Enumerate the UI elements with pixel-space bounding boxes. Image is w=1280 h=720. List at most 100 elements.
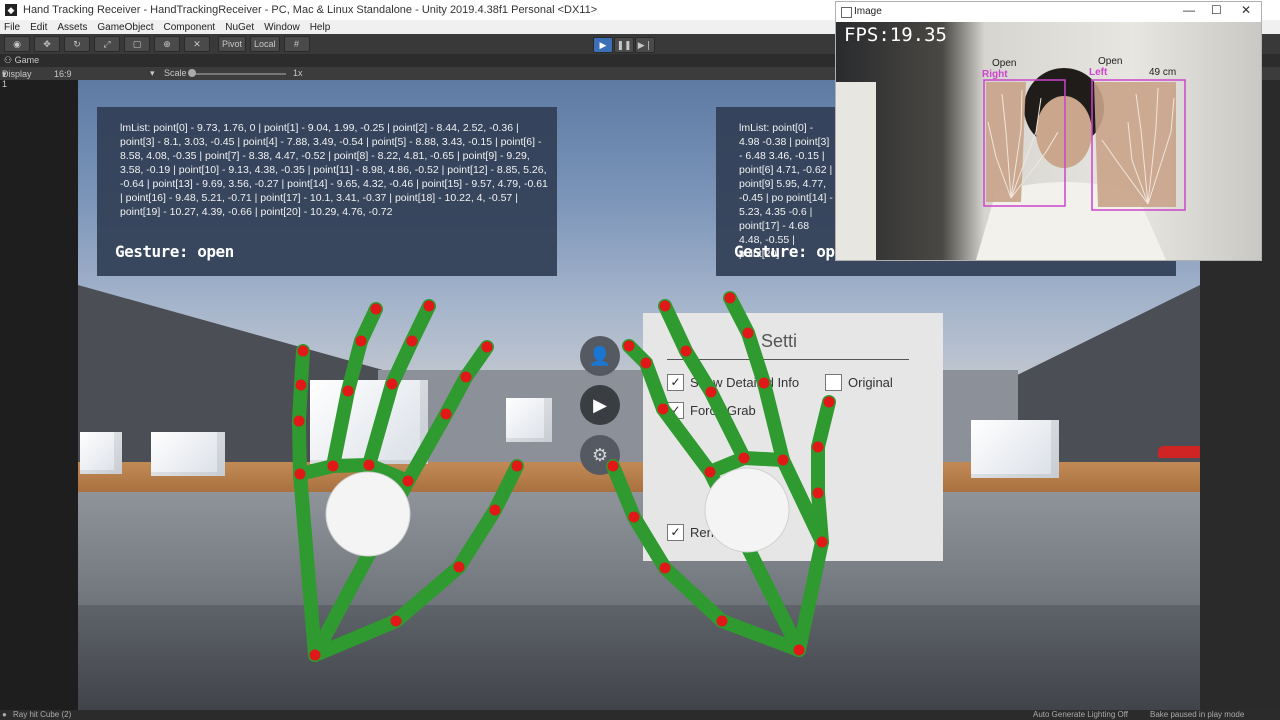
hand-joint (607, 460, 619, 472)
step-icon: ▶❘ (637, 40, 653, 50)
hand-bone (606, 459, 641, 524)
aspect-label: 16:9 (54, 69, 72, 79)
hand-joint (402, 475, 414, 487)
hand-bone (658, 561, 729, 628)
aspect-dropdown-icon[interactable]: ▾ (150, 68, 155, 79)
hand-bone (627, 510, 672, 575)
hand-bone (723, 291, 755, 340)
hand-joint (812, 487, 824, 499)
scale-slider-track[interactable] (190, 73, 286, 75)
minimize-icon[interactable]: — (1183, 3, 1195, 17)
hand-joint (511, 460, 523, 472)
dropdown-arrow-icon: ▾ (2, 69, 7, 79)
hand-bone (792, 535, 829, 657)
hand-joint (777, 454, 789, 466)
hand-joint (758, 377, 770, 389)
scale-value: 1x (293, 68, 303, 78)
hand-bone (704, 385, 751, 465)
rotate-tool-button[interactable]: ↻ (64, 36, 90, 52)
play-icon: ▶ (599, 40, 607, 50)
status-bar: ● Ray hit Cube (2) Auto Generate Lightin… (0, 710, 1280, 720)
grab-sphere (325, 471, 411, 557)
transform-icon: ⊕ (163, 39, 171, 49)
tab-game[interactable]: ⚇ Game (4, 55, 39, 66)
rotate-icon: ↻ (73, 39, 81, 49)
hand-joint (705, 386, 717, 398)
right-hand-state: Open (992, 58, 1017, 69)
bake-status: Bake paused in play mode (1150, 710, 1245, 719)
pivot-label: Pivot (222, 39, 243, 49)
grab-sphere (704, 467, 790, 553)
hand-joint (309, 649, 321, 661)
menu-gameobject[interactable]: GameObject (93, 22, 159, 33)
menu-help[interactable]: Help (306, 22, 337, 33)
hand-bone (639, 356, 670, 416)
hand-tool-button[interactable]: ◉ (4, 36, 30, 52)
tab-game-label: Game (14, 55, 40, 65)
scale-tool-button[interactable]: ⤢ (94, 36, 120, 52)
camera-window-titlebar[interactable]: Image — ☐ ✕ (836, 2, 1261, 21)
hand-joint (823, 396, 835, 408)
grid-snap-button[interactable]: # (283, 36, 310, 52)
pause-button[interactable]: ❚❚ (614, 37, 634, 53)
hand-joint (704, 466, 716, 478)
hand-joint (640, 357, 652, 369)
scale-slider-knob[interactable] (188, 69, 196, 77)
left-hand-label: Left (1089, 67, 1108, 78)
hand-joint (363, 459, 375, 471)
menu-component[interactable]: Component (160, 22, 222, 33)
hand-joint (453, 561, 465, 573)
hand-bone (362, 377, 399, 472)
hand-bone (488, 459, 524, 517)
left-hand-state: Open (1098, 56, 1123, 67)
transform-tool-button[interactable]: ⊕ (154, 36, 180, 52)
hand-joint (659, 300, 671, 312)
hand-joint (327, 460, 339, 472)
hand-bone (389, 560, 466, 628)
camera-window-title: Image (854, 6, 882, 17)
hand-joint (295, 379, 307, 391)
camera-feed-drawing (836, 68, 1186, 260)
rect-tool-button[interactable]: ▢ (124, 36, 150, 52)
custom-tool-button[interactable]: ✕ (184, 36, 210, 52)
hand-joint (406, 335, 418, 347)
move-icon: ✥ (43, 39, 51, 49)
camera-image-window[interactable]: Image — ☐ ✕ FPS:19.35 Open Right Open Le… (835, 1, 1262, 261)
hand-joint (294, 468, 306, 480)
hand-joint (440, 408, 452, 420)
hand-bone (385, 334, 419, 391)
move-tool-button[interactable]: ✥ (34, 36, 60, 52)
hand-joint (812, 441, 824, 453)
pivot-toggle[interactable]: Pivot (218, 36, 247, 52)
hand-joint (390, 615, 402, 627)
hand-joint (293, 415, 305, 427)
menu-file[interactable]: File (0, 22, 26, 33)
fps-counter: FPS:19.35 (844, 24, 947, 46)
status-message: Ray hit Cube (2) (13, 710, 72, 719)
eye-icon: ◉ (13, 39, 21, 49)
hand-bone (741, 326, 771, 390)
menu-edit[interactable]: Edit (26, 22, 53, 33)
hand-joint (724, 292, 736, 304)
tools-icon: ✕ (193, 39, 201, 49)
menu-window[interactable]: Window (260, 22, 306, 33)
close-icon[interactable]: ✕ (1241, 3, 1251, 17)
hand-joint (816, 536, 828, 548)
scale-icon: ⤢ (103, 39, 111, 49)
menu-assets[interactable]: Assets (53, 22, 93, 33)
hand-joint (481, 341, 493, 353)
hand-joint (628, 511, 640, 523)
background-cloth (836, 82, 876, 260)
hand-joint (342, 385, 354, 397)
hand-bone (679, 344, 718, 399)
local-toggle[interactable]: Local (250, 36, 280, 52)
hand-joint (386, 378, 398, 390)
left-hand-skin (1094, 82, 1176, 207)
play-button[interactable]: ▶ (593, 37, 613, 53)
menu-nuget[interactable]: NuGet (221, 22, 260, 33)
step-button[interactable]: ▶❘ (635, 37, 655, 53)
lighting-status: Auto Generate Lighting Off (1033, 710, 1129, 719)
hand-joint (355, 335, 367, 347)
hand-joint (423, 300, 435, 312)
maximize-icon[interactable]: ☐ (1211, 3, 1222, 17)
